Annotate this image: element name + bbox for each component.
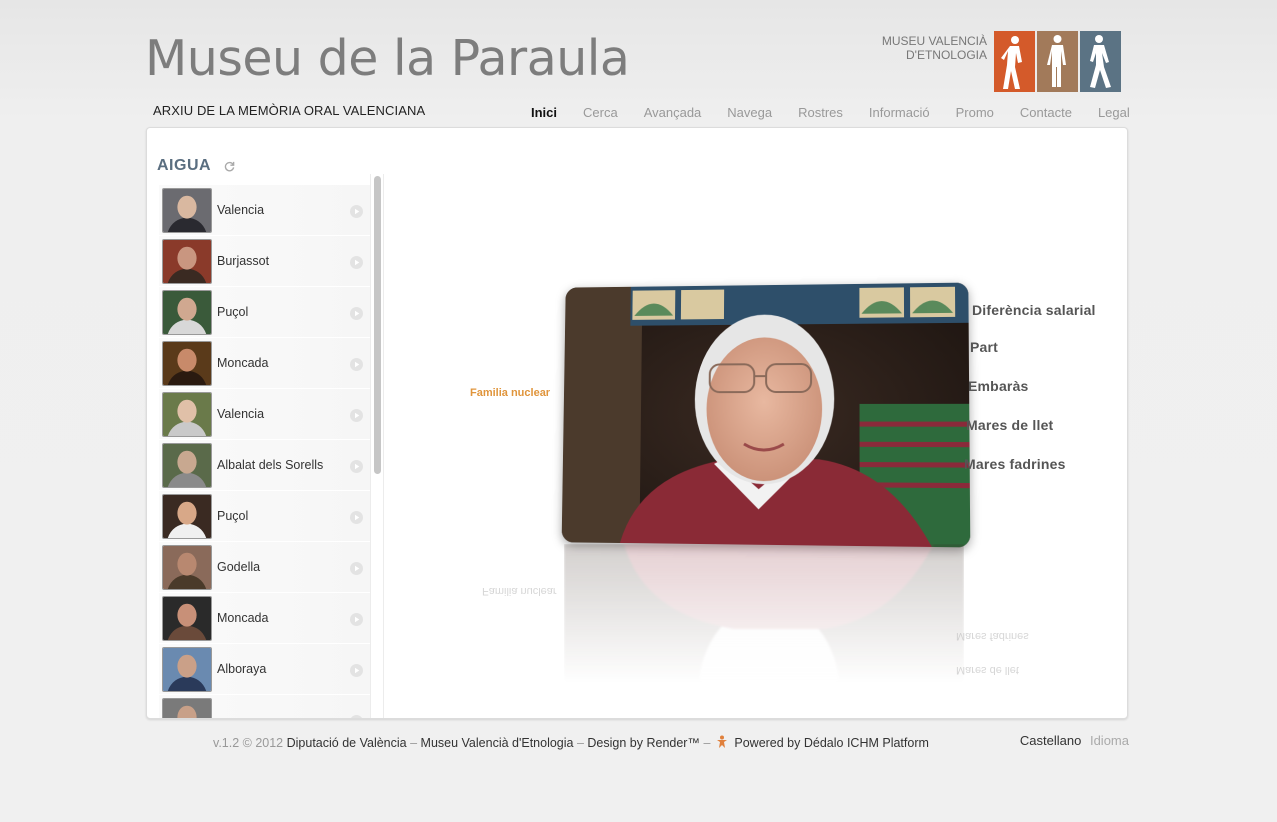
footer-link-render[interactable]: Design by Render™ [587, 736, 700, 750]
list-scrollbar[interactable] [370, 174, 384, 718]
nav-contacte[interactable]: Contacte [1020, 105, 1072, 120]
list-item[interactable]: Godella [159, 542, 371, 593]
main-nav: Inici Cerca Avançada Navega Rostres Info… [531, 105, 1130, 120]
related-tag-left[interactable]: Familia nuclear [470, 387, 550, 399]
interviewee-thumbnail [162, 646, 212, 692]
museum-logo[interactable] [994, 31, 1121, 92]
play-icon[interactable] [350, 511, 363, 524]
list-item[interactable]: Alboraya [159, 644, 371, 695]
logo-line-1: MUSEU VALENCIÀ [881, 34, 987, 48]
interviewee-thumbnail [162, 697, 212, 718]
footer-sep-3: – [703, 736, 711, 750]
footer-sep-1: – [410, 736, 418, 750]
list-item-label: Valencia [217, 407, 265, 421]
list-item[interactable]: Puçol [159, 491, 371, 542]
interviewee-thumbnail [162, 442, 212, 488]
interviewee-thumbnail [162, 595, 212, 641]
interviewee-thumbnail [162, 187, 212, 233]
list-item[interactable]: Moncada [159, 593, 371, 644]
interviewee-thumbnail [162, 238, 212, 284]
play-icon[interactable] [350, 256, 363, 269]
list-item-label: Moncada [217, 611, 269, 625]
list-item-label: Albalat dels Sorells [217, 458, 324, 472]
interviewee-thumbnail [162, 391, 212, 437]
footer-link-diputacio[interactable]: Diputació de València [287, 736, 407, 750]
list-item[interactable]: Puçol [159, 287, 371, 338]
list-item[interactable]: Moncada [159, 338, 371, 389]
list-scrollbar-thumb[interactable] [374, 176, 381, 474]
tag-reflection-left: Familia nuclear [482, 585, 557, 597]
footer-credits: v.1.2 © 2012 Diputació de València – Mus… [213, 735, 929, 750]
footer-sep-2: – [576, 736, 584, 750]
language-label: Idioma [1089, 733, 1129, 748]
play-icon[interactable] [350, 307, 363, 320]
list-item[interactable] [159, 695, 371, 719]
list-item-label: Godella [217, 560, 261, 574]
nav-navega[interactable]: Navega [727, 105, 772, 120]
list-item[interactable]: Albalat dels Sorells [159, 440, 371, 491]
play-icon[interactable] [350, 664, 363, 677]
interviewee-thumbnail [162, 340, 212, 386]
interviewee-thumbnail [162, 493, 212, 539]
featured-video[interactable] [561, 282, 971, 548]
list-item[interactable]: Burjassot [159, 236, 371, 287]
footer-link-dedalo[interactable]: Powered by Dédalo ICHM Platform [734, 736, 929, 750]
video-stage: Familia nuclear Diferència salarial Part… [384, 168, 1127, 718]
list-item-label: Moncada [217, 356, 269, 370]
list-item[interactable]: Valencia [159, 389, 371, 440]
nav-inici[interactable]: Inici [531, 105, 557, 120]
related-tag-1[interactable]: Diferència salarial [972, 302, 1096, 318]
language-switcher: Castellano Idioma [1020, 733, 1129, 748]
footer-link-museu[interactable]: Museu Valencià d'Etnologia [421, 736, 574, 750]
play-icon[interactable] [350, 613, 363, 626]
list-item[interactable]: Valencia [159, 185, 371, 236]
video-reflection [564, 544, 964, 684]
related-tag-3[interactable]: Embaràs [968, 378, 1029, 394]
interviewee-thumbnail [162, 544, 212, 590]
site-title[interactable]: Museu de la Paraula [145, 30, 630, 87]
footer-version: v.1.2 © 2012 [213, 736, 284, 750]
interviewee-thumbnail [162, 289, 212, 335]
play-icon[interactable] [350, 715, 363, 719]
play-icon[interactable] [350, 460, 363, 473]
logo-figure-blue [1080, 31, 1121, 92]
topic-title: AIGUA [157, 157, 212, 174]
list-item-label: Alboraya [217, 662, 267, 676]
tag-reflection-1: Mares fadrines [956, 630, 1029, 642]
tag-reflection-2: Mares de llet [956, 664, 1019, 676]
dedalo-icon [716, 735, 727, 748]
site-subtitle: ARXIU DE LA MEMÒRIA ORAL VALENCIANA [153, 103, 426, 118]
nav-legal[interactable]: Legal [1098, 105, 1130, 120]
logo-line-2: D'ETNOLOGIA [906, 48, 987, 62]
related-tag-4[interactable]: Mares de llet [966, 417, 1053, 433]
nav-rostres[interactable]: Rostres [798, 105, 843, 120]
play-icon[interactable] [350, 358, 363, 371]
nav-promo[interactable]: Promo [956, 105, 994, 120]
museum-logo-text[interactable]: MUSEU VALENCIÀ D'ETNOLOGIA [860, 34, 987, 62]
nav-cerca[interactable]: Cerca [583, 105, 618, 120]
main-panel: AIGUA Valencia Burjassot Puçol Moncada Valen… [146, 127, 1128, 719]
play-icon[interactable] [350, 205, 363, 218]
interview-list: Valencia Burjassot Puçol Moncada Valencia Alb… [159, 185, 371, 719]
play-icon[interactable] [350, 409, 363, 422]
language-link[interactable]: Castellano [1020, 733, 1081, 748]
logo-figure-orange [994, 31, 1035, 92]
list-item-label: Valencia [217, 203, 265, 217]
logo-figure-brown [1037, 31, 1078, 92]
related-tag-5[interactable]: Mares fadrines [964, 456, 1066, 472]
list-item-label: Burjassot [217, 254, 270, 268]
play-icon[interactable] [350, 562, 363, 575]
refresh-icon[interactable] [224, 161, 235, 172]
nav-informacio[interactable]: Informació [869, 105, 930, 120]
related-tag-2[interactable]: Part [970, 339, 998, 355]
list-item-label: Puçol [217, 509, 249, 523]
list-item-label: Puçol [217, 305, 249, 319]
nav-avancada[interactable]: Avançada [644, 105, 702, 120]
